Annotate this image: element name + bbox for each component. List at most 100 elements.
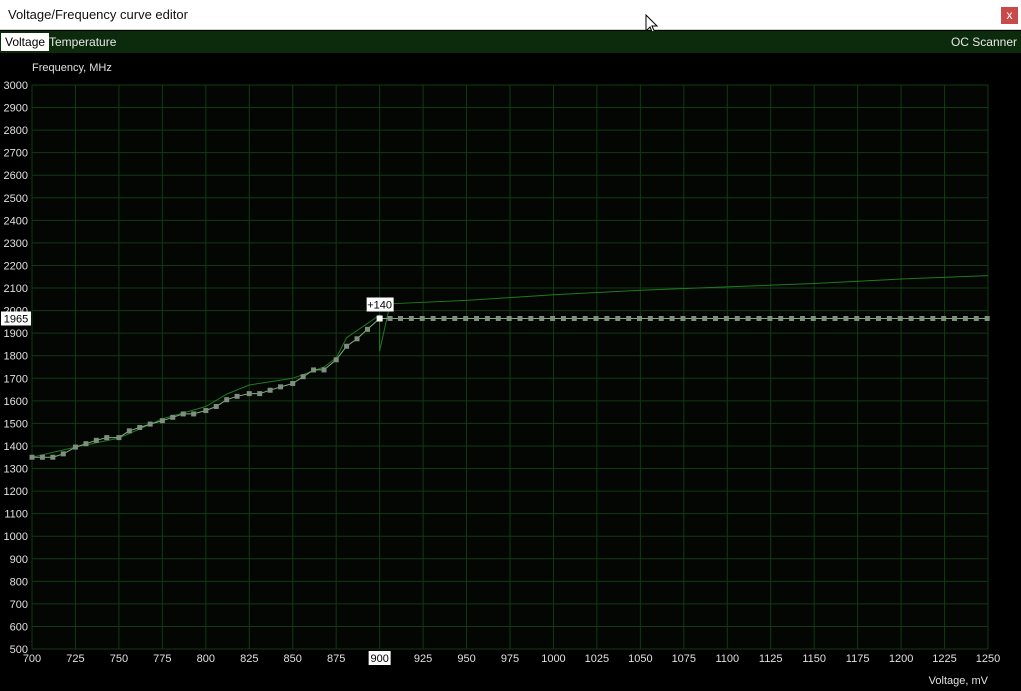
y-tick-label: 1100 [4,509,28,521]
curve-point[interactable] [582,315,588,321]
curve-point[interactable] [126,428,132,434]
curve-point[interactable] [723,315,729,321]
curve-point[interactable] [191,411,197,417]
curve-point[interactable] [593,315,599,321]
curve-point[interactable] [137,424,143,430]
curve-point[interactable] [865,315,871,321]
curve-point[interactable] [354,336,360,342]
curve-point[interactable] [83,441,89,447]
curve-point[interactable] [408,315,414,321]
oc-scanner-button[interactable]: OC Scanner [951,33,1017,51]
curve-point[interactable] [550,315,556,321]
curve-point[interactable] [702,315,708,321]
curve-point[interactable] [745,315,751,321]
curve-point[interactable] [886,315,892,321]
curve-point[interactable] [278,384,284,390]
tab-temperature[interactable]: Temperature [45,33,120,51]
curve-point[interactable] [919,315,925,321]
tab-voltage[interactable]: Voltage [1,33,50,51]
curve-point[interactable] [290,380,296,386]
curve-point[interactable] [897,315,903,321]
curve-point[interactable] [669,315,675,321]
curve-point[interactable] [984,315,990,321]
curve-point[interactable] [300,374,306,380]
vf-curve-chart[interactable]: 5006007008009001000110012001300140015001… [0,53,1021,691]
curve-point[interactable] [713,315,719,321]
curve-point[interactable] [387,315,393,321]
curve-point[interactable] [344,343,350,349]
curve-point[interactable] [506,315,512,321]
curve-point[interactable] [821,315,827,321]
curve-point[interactable] [397,315,403,321]
curve-point[interactable] [484,315,490,321]
curve-point[interactable] [626,315,632,321]
curve-point[interactable] [495,315,501,321]
curve-point[interactable] [560,315,566,321]
curve-point[interactable] [843,315,849,321]
curve-point[interactable] [691,315,697,321]
curve-point[interactable] [854,315,860,321]
curve-point[interactable] [615,315,621,321]
curve-point[interactable] [72,444,78,450]
curve-point[interactable] [213,403,219,409]
curve-point[interactable] [778,315,784,321]
curve-point[interactable] [463,315,469,321]
x-tick-label: 700 [23,653,41,665]
curve-point[interactable] [908,315,914,321]
curve-point[interactable] [962,315,968,321]
curve-point[interactable] [39,454,45,460]
curve-point[interactable] [539,315,545,321]
curve-point[interactable] [170,414,176,420]
curve-point[interactable] [60,451,66,457]
curve-point[interactable] [952,315,958,321]
curve-point[interactable] [810,315,816,321]
curve-point[interactable] [734,315,740,321]
curve-point[interactable] [321,367,327,373]
curve-point[interactable] [116,435,122,441]
curve-point[interactable] [832,315,838,321]
curve-point[interactable] [636,315,642,321]
curve-point[interactable] [941,315,947,321]
curve-point[interactable] [267,387,273,393]
curve-point[interactable] [257,391,263,397]
close-button[interactable]: x [1001,7,1018,24]
curve-point[interactable] [104,435,110,441]
curve-point[interactable] [767,315,773,321]
curve-point[interactable] [441,315,447,321]
curve-point[interactable] [29,454,35,460]
curve-point[interactable] [452,315,458,321]
curve-point[interactable] [159,418,165,424]
curve-point[interactable] [756,315,762,321]
curve-point[interactable] [973,315,979,321]
curve-point[interactable] [680,315,686,321]
curve-point[interactable] [311,367,317,373]
curve-point[interactable] [203,408,209,414]
tab-bar: Voltage Temperature OC Scanner [0,31,1021,53]
curve-point[interactable] [364,326,370,332]
curve-point[interactable] [474,315,480,321]
curve-point[interactable] [180,411,186,417]
curve-point[interactable] [93,437,99,443]
curve-point[interactable] [789,315,795,321]
x-tick-label: 775 [153,653,171,665]
curve-point[interactable] [604,315,610,321]
curve-point[interactable] [147,421,153,427]
curve-point[interactable] [658,315,664,321]
curve-point[interactable] [528,315,534,321]
curve-point[interactable] [234,393,240,399]
curve-point[interactable] [224,397,230,403]
curve-point[interactable] [647,315,653,321]
y-tick-label: 700 [10,599,28,611]
selected-curve-point[interactable] [376,315,383,322]
curve-point[interactable] [430,315,436,321]
y-tick-label: 1900 [4,328,28,340]
curve-point[interactable] [517,315,523,321]
curve-point[interactable] [799,315,805,321]
curve-point[interactable] [333,357,339,363]
curve-point[interactable] [50,454,56,460]
curve-point[interactable] [875,315,881,321]
curve-point[interactable] [246,391,252,397]
curve-point[interactable] [930,315,936,321]
curve-point[interactable] [571,315,577,321]
curve-point[interactable] [419,315,425,321]
